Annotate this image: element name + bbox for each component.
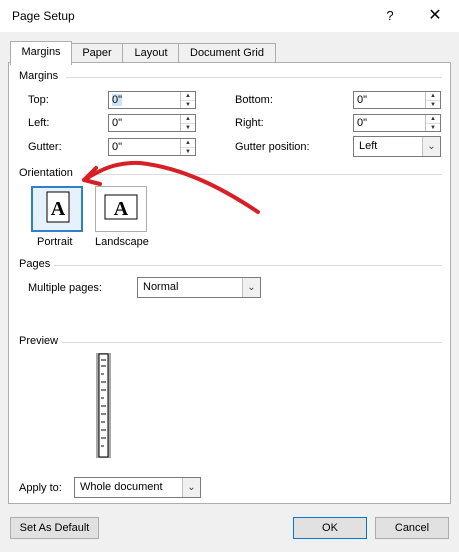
tab-margins[interactable]: Margins <box>10 41 72 65</box>
apply-to-label: Apply to: <box>19 482 62 494</box>
ok-button[interactable]: OK <box>293 517 367 539</box>
annotation-arrow <box>82 160 260 214</box>
pages-section-title: Pages <box>19 258 51 270</box>
set-as-default-button[interactable]: Set As Default <box>10 517 99 539</box>
page-preview-image <box>96 353 111 458</box>
chevron-down-icon[interactable]: ⌄ <box>242 278 260 297</box>
cancel-button[interactable]: Cancel <box>375 517 449 539</box>
multiple-pages-value: Normal <box>143 281 179 293</box>
pages-divider <box>54 265 442 266</box>
preview-section-title: Preview <box>19 335 59 347</box>
apply-to-value: Whole document <box>80 481 163 493</box>
multiple-pages-select[interactable]: Normal ⌄ <box>137 277 261 298</box>
chevron-down-icon[interactable]: ⌄ <box>182 478 200 497</box>
preview-divider <box>62 342 442 343</box>
multiple-pages-label: Multiple pages: <box>28 282 102 294</box>
apply-to-select[interactable]: Whole document ⌄ <box>74 477 201 498</box>
